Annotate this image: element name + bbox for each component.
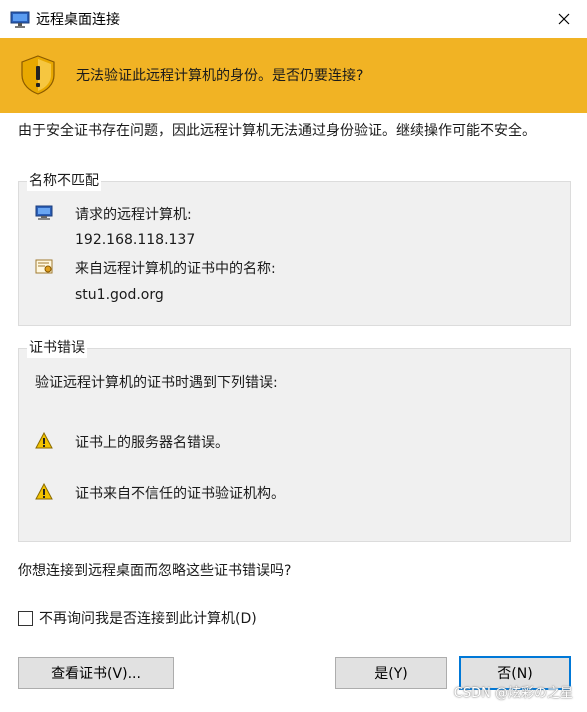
dont-ask-again-checkbox[interactable] [18,610,33,626]
certificate-icon [35,259,53,274]
confirm-question: 你想连接到远程桌面而忽略这些证书错误吗? [18,563,292,579]
group-legend-name-mismatch: 名称不匹配 [27,171,101,191]
close-button[interactable] [541,0,587,38]
view-certificate-button[interactable]: 查看证书(V)... [18,657,174,689]
group-legend-cert-errors: 证书错误 [27,338,87,358]
cert-error-item: 证书上的服务器名错误。 [75,435,229,451]
certificate-name-label: 来自远程计算机的证书中的名称: [75,261,276,277]
cert-errors-intro: 验证远程计算机的证书时遇到下列错误: [35,375,278,391]
requested-computer-value: 192.168.118.137 [75,232,196,248]
warning-message: 无法验证此远程计算机的身份。是否仍要连接? [76,68,364,84]
watermark: CSDN @炫彩の之星 [453,686,573,701]
dont-ask-again-label[interactable]: 不再询问我是否连接到此计算机(D) [39,608,257,628]
window-title: 远程桌面连接 [36,12,120,28]
close-icon [558,13,570,25]
name-mismatch-group: 名称不匹配 请求的远程计算机: 192.168.118.137 来自远程计算机的… [18,171,571,326]
title-bar: 远程桌面连接 [0,0,587,38]
remote-desktop-icon [10,11,30,28]
certificate-name-value: stu1.god.org [75,287,164,303]
requested-computer-label: 请求的远程计算机: [75,207,192,223]
cert-error-item: 证书来自不信任的证书验证机构。 [75,486,285,502]
dont-ask-again-row[interactable]: 不再询问我是否连接到此计算机(D) [18,608,257,628]
warning-shield-icon [21,55,55,95]
warning-icon [35,483,53,500]
cert-errors-group: 证书错误 验证远程计算机的证书时遇到下列错误: 证书上的服务器名错误。 证书来自… [18,338,571,542]
computer-icon [35,205,53,220]
warning-icon [35,432,53,449]
yes-button[interactable]: 是(Y) [335,657,447,689]
intro-text: 由于安全证书存在问题，因此远程计算机无法通过身份验证。继续操作可能不安全。 [18,123,536,139]
warning-banner: 无法验证此远程计算机的身份。是否仍要连接? [0,38,587,113]
